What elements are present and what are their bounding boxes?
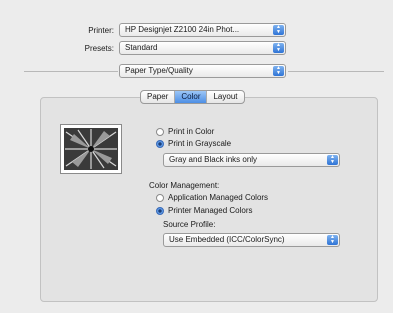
updown-arrows-icon: ▲ ▼ (273, 43, 284, 53)
radio-on-icon (156, 139, 164, 148)
print-in-grayscale-radio[interactable]: Print in Grayscale (156, 139, 231, 148)
presets-popup[interactable]: Standard ▲ ▼ (119, 41, 286, 55)
printer-value: HP Designjet Z2100 24in Phot... (125, 25, 240, 34)
tab-paper[interactable]: Paper (141, 91, 176, 103)
source-profile-label: Source Profile: (163, 220, 216, 229)
printer-managed-radio[interactable]: Printer Managed Colors (156, 206, 252, 215)
tab-color[interactable]: Color (175, 91, 208, 103)
tab-bar: Paper Color Layout (140, 90, 245, 104)
print-in-grayscale-label: Print in Grayscale (168, 139, 232, 148)
updown-arrows-icon: ▲ ▼ (273, 66, 284, 76)
grayscale-preview-image (60, 124, 122, 174)
application-managed-radio[interactable]: Application Managed Colors (156, 193, 268, 202)
application-managed-label: Application Managed Colors (168, 193, 269, 202)
radio-on-icon (156, 206, 164, 215)
presets-value: Standard (125, 43, 158, 52)
updown-arrows-icon: ▲ ▼ (327, 155, 338, 165)
color-management-title: Color Management: (149, 181, 220, 190)
source-profile-popup[interactable]: Use Embedded (ICC/ColorSync) ▲ ▼ (163, 233, 340, 247)
preview-graphic (64, 128, 118, 170)
print-in-color-label: Print in Color (168, 127, 215, 136)
tab-layout[interactable]: Layout (207, 91, 243, 103)
printer-popup[interactable]: HP Designjet Z2100 24in Phot... ▲ ▼ (119, 23, 286, 37)
radio-off-icon (156, 127, 164, 136)
radio-off-icon (156, 193, 164, 202)
grayscale-mode-popup[interactable]: Gray and Black inks only ▲ ▼ (163, 153, 340, 167)
source-profile-value: Use Embedded (ICC/ColorSync) (169, 235, 285, 244)
print-in-color-radio[interactable]: Print in Color (156, 127, 214, 136)
updown-arrows-icon: ▲ ▼ (273, 25, 284, 35)
panel-menu-popup[interactable]: Paper Type/Quality ▲ ▼ (119, 64, 286, 78)
printer-managed-label: Printer Managed Colors (168, 206, 253, 215)
separator-right (288, 71, 384, 72)
updown-arrows-icon: ▲ ▼ (327, 235, 338, 245)
panel-menu-value: Paper Type/Quality (125, 66, 193, 75)
separator-left (24, 71, 118, 72)
printer-label: Printer: (88, 26, 114, 35)
grayscale-mode-value: Gray and Black inks only (169, 155, 258, 164)
presets-label: Presets: (84, 44, 114, 53)
